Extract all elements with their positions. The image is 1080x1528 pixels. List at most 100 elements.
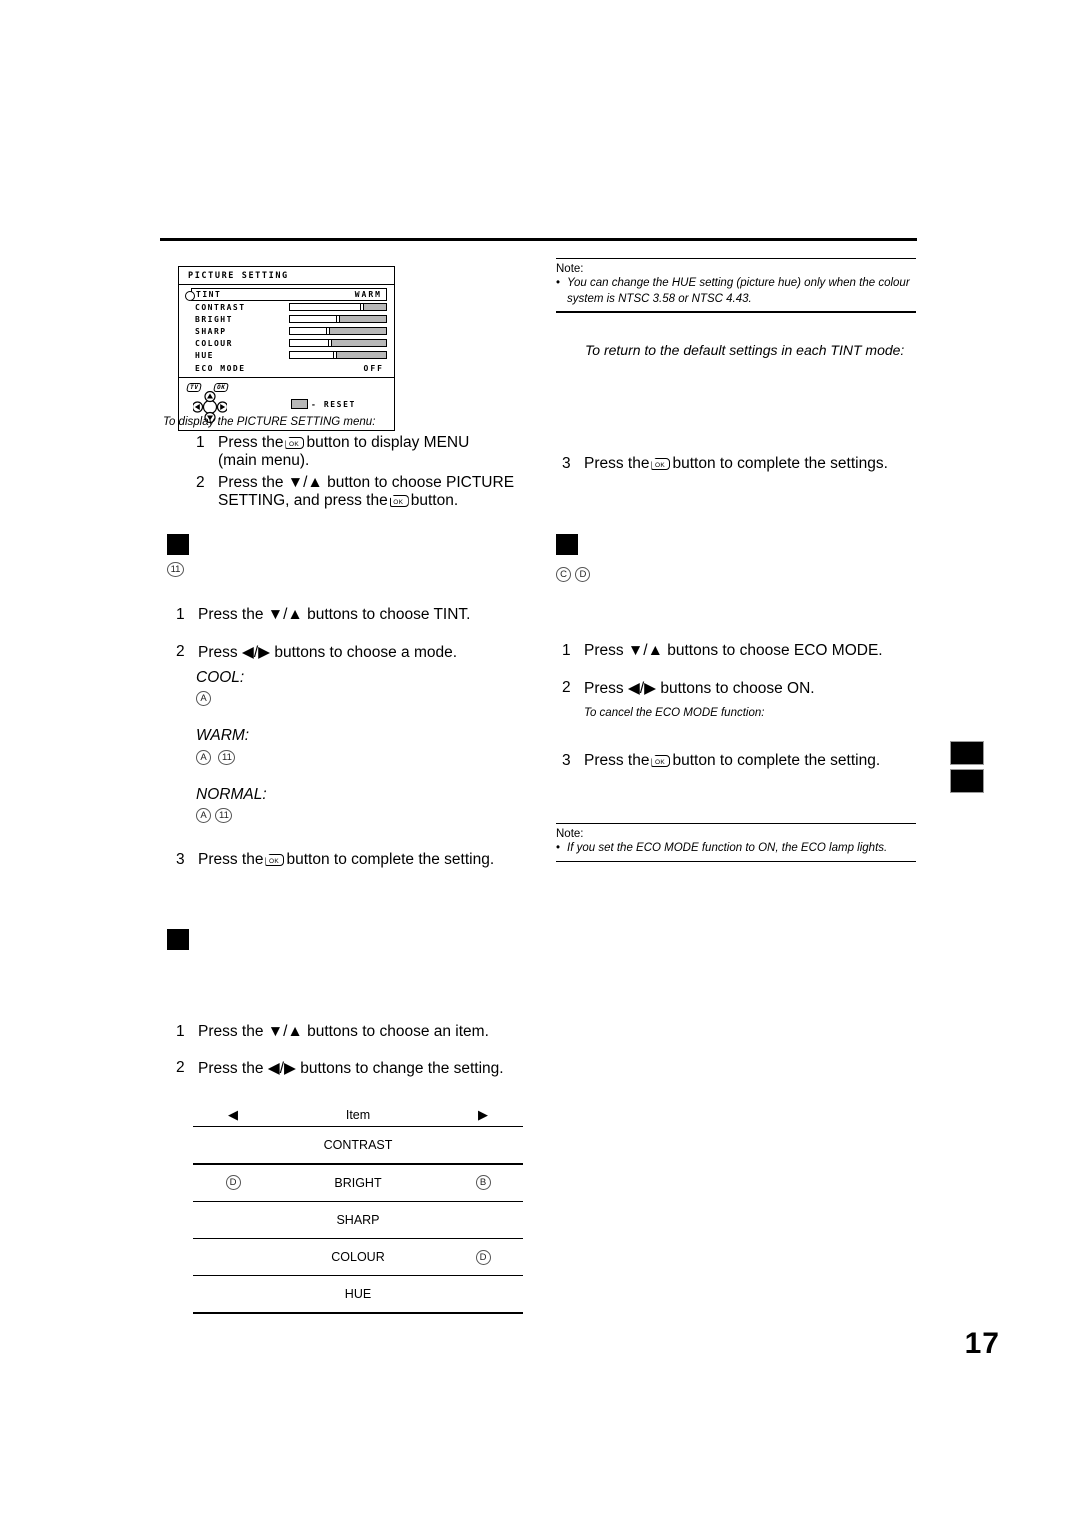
table-row: CONTRAST — [193, 1127, 523, 1163]
display-step-2: 2 Press the ▼/▲ button to choose PICTURE… — [196, 474, 516, 510]
osd-row-contrast[interactable]: CONTRAST — [185, 301, 388, 313]
step-text-before: Press the — [218, 434, 284, 451]
ok-button-icon[interactable]: OK — [389, 495, 409, 507]
step-number: 2 — [196, 474, 205, 491]
circled-marker: 11 — [167, 562, 184, 578]
note-top-rule — [556, 258, 916, 260]
section-marker-items — [167, 929, 189, 950]
step-text: Press the OK button to complete the settin… — [584, 455, 902, 473]
step-text-after: button to complete the settings. — [672, 455, 888, 472]
step-text-after: button to complete the setting. — [286, 851, 495, 868]
osd-hue-slider[interactable] — [289, 351, 387, 359]
note-text: You can change the HUE setting (picture … — [567, 277, 910, 305]
circled-marker: D — [575, 567, 591, 583]
step-text-before: Press the — [198, 851, 264, 868]
step-number: 1 — [176, 606, 185, 623]
osd-sharp-slider[interactable] — [289, 327, 387, 335]
margin-tab-bar-upper — [950, 741, 984, 765]
osd-sharp-label: SHARP — [195, 326, 227, 336]
table-divider — [193, 1312, 523, 1314]
row-right-marker: D — [443, 1249, 523, 1265]
ok-button-icon[interactable]: OK — [285, 437, 305, 449]
step-number: 3 — [176, 851, 185, 868]
section-marker-tint — [167, 534, 189, 555]
ok-button-icon[interactable]: OK — [651, 755, 671, 767]
step-text: Press the OK button to complete the settin… — [584, 752, 902, 770]
osd-row-eco-mode[interactable]: ECO MODE OFF — [185, 362, 388, 374]
osd-menu-list: TINT WARM CONTRAST BRIGHT SHARP COLOUR H… — [179, 285, 394, 378]
step-text: Press ◀/▶ buttons to choose a mode. — [198, 644, 458, 661]
step-text-before: Press the — [584, 455, 650, 472]
osd-row-hue[interactable]: HUE — [185, 349, 388, 361]
section-marker-eco — [556, 534, 578, 555]
eco-step-1: 1 Press ▼/▲ buttons to choose ECO MODE. — [562, 642, 912, 660]
note-hue: Note: • You can change the HUE setting (… — [556, 258, 916, 313]
slider-knob[interactable] — [326, 327, 331, 335]
osd-hue-label: HUE — [195, 350, 214, 360]
circled-marker: A — [196, 691, 211, 707]
step-number: 3 — [562, 752, 571, 769]
note-eco-lamp: Note: • If you set the ECO MODE function… — [556, 823, 916, 863]
note-item: • You can change the HUE setting (pictur… — [556, 276, 916, 307]
osd-selection-circle-icon — [185, 291, 195, 301]
table-header-item: Item — [345, 1108, 371, 1122]
tint-step-2: 2 Press ◀/▶ buttons to choose a mode. — [176, 643, 516, 662]
step-number: 1 — [176, 1023, 185, 1040]
ok-button-icon[interactable]: OK — [651, 458, 671, 470]
mode-warm-label: WARM: — [196, 727, 250, 744]
tint-section-reference: 11 — [167, 561, 184, 579]
osd-eco-value: OFF — [363, 363, 384, 373]
osd-contrast-slider[interactable] — [289, 303, 387, 311]
osd-tint-value: WARM — [354, 290, 382, 299]
step-number: 2 — [176, 1059, 185, 1076]
slider-knob[interactable] — [360, 303, 364, 311]
table-header: ◀ Item ▶ — [193, 1104, 523, 1126]
reset-label: - RESET — [311, 399, 356, 409]
osd-bright-slider[interactable] — [289, 315, 387, 323]
osd-contrast-label: CONTRAST — [195, 302, 246, 312]
osd-row-sharp[interactable]: SHARP — [185, 325, 388, 337]
circled-marker: A — [196, 808, 211, 824]
step-text: Press the OK button to display MENU (main … — [218, 434, 506, 470]
header-rule — [160, 238, 917, 241]
table-row: D BRIGHT B — [193, 1165, 523, 1201]
note-label: Note: — [556, 263, 584, 276]
step-text: Press ◀/▶ buttons to choose ON. — [584, 680, 815, 697]
display-menu-caption: To display the PICTURE SETTING menu: — [163, 416, 376, 428]
tint-default-step-3: 3 Press the OK button to complete the sett… — [562, 455, 902, 473]
row-item-label: COLOUR — [331, 1250, 385, 1265]
circled-marker: D — [475, 1249, 491, 1265]
row-item-label: CONTRAST — [323, 1138, 393, 1153]
ok-button-icon[interactable]: OK — [265, 854, 285, 866]
note-top-rule — [556, 823, 916, 825]
osd-row-tint[interactable]: TINT WARM — [191, 288, 387, 301]
row-item-label: BRIGHT — [334, 1175, 382, 1190]
step-text: Press the OK button to complete the settin… — [198, 851, 516, 869]
reset-switch-icon — [291, 399, 308, 409]
slider-fill — [290, 352, 336, 358]
eco-section-references: C D — [556, 566, 591, 584]
bullet-icon: • — [556, 277, 561, 290]
mode-normal-label: NORMAL: — [196, 786, 267, 803]
tint-step-3: 3 Press the OK button to complete the sett… — [176, 851, 516, 869]
mode-cool-label: COOL: — [196, 669, 245, 686]
osd-colour-slider[interactable] — [289, 339, 387, 347]
slider-knob[interactable] — [328, 339, 333, 347]
table-row: SHARP — [193, 1202, 523, 1238]
osd-tint-label: TINT — [196, 290, 222, 299]
note-bottom-rule — [556, 311, 916, 313]
step-text: Press the ◀/▶ buttons to change the sett… — [198, 1060, 504, 1077]
mode-normal-markers: A 11 — [196, 807, 233, 825]
slider-fill — [290, 328, 329, 334]
osd-eco-label: ECO MODE — [195, 363, 246, 373]
osd-bright-label: BRIGHT — [195, 314, 233, 324]
table-row: COLOUR D — [193, 1239, 523, 1275]
osd-row-bright[interactable]: BRIGHT — [185, 313, 388, 325]
table-row: HUE — [193, 1276, 523, 1312]
slider-knob[interactable] — [336, 315, 340, 323]
osd-row-colour[interactable]: COLOUR — [185, 337, 388, 349]
mode-warm-markers: A 11 — [196, 749, 236, 767]
display-step-1: 1 Press the OK button to display MENU (mai… — [196, 434, 506, 470]
default-settings-heading: To return to the default settings in eac… — [585, 342, 905, 358]
slider-knob[interactable] — [333, 351, 338, 359]
